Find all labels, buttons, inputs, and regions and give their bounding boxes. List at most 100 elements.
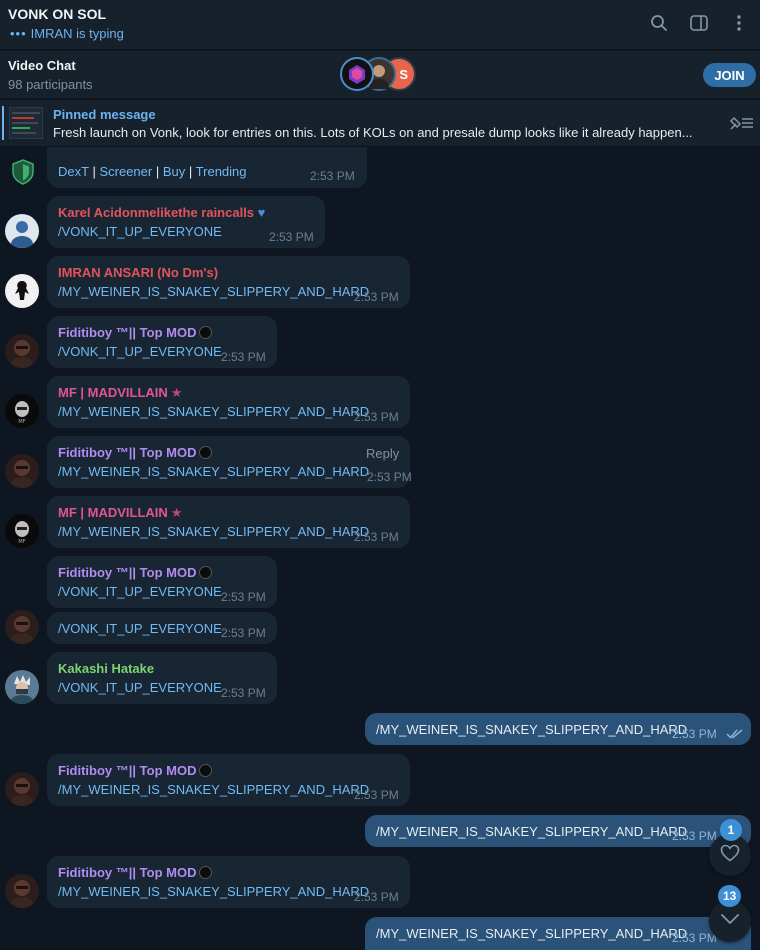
chat-title[interactable]: VONK ON SOL <box>8 6 106 22</box>
avatar[interactable] <box>5 334 39 368</box>
mod-badge-icon <box>199 326 213 339</box>
message-bubble[interactable]: Fiditiboy ™|| Top MOD /VONK_IT_UP_EVERYO… <box>47 316 277 368</box>
pinned-message-bar[interactable]: Pinned message Fresh launch on Vonk, loo… <box>0 100 760 147</box>
pinned-text: Fresh launch on Vonk, look for entries o… <box>53 125 693 140</box>
pinned-indicator <box>2 106 4 140</box>
message-bubble[interactable]: Fiditiboy ™|| Top MOD Reply /MY_WEINER_I… <box>47 436 412 488</box>
bot-links: DexT | Screener | Buy | Trending <box>58 164 247 179</box>
sender-name-text: Fiditiboy ™|| Top MOD <box>58 565 197 580</box>
more-menu-icon[interactable] <box>728 12 750 34</box>
message-bubble[interactable]: Kakashi Hatake /VONK_IT_UP_EVERYONE 2:53… <box>47 652 277 704</box>
avatar[interactable] <box>5 772 39 806</box>
sender-name[interactable]: Karel Acidonmelikethe raincalls ♥ <box>58 205 265 220</box>
message-text: /MY_WEINER_IS_SNAKEY_SLIPPERY_AND_HARD <box>376 824 688 839</box>
sender-name-text: Fiditiboy ™|| Top MOD <box>58 865 197 880</box>
avatar[interactable] <box>5 670 39 704</box>
message-time: 2:53 PM <box>221 590 266 604</box>
pinned-list-icon[interactable] <box>728 114 754 137</box>
chat-header: VONK ON SOL ••• IMRAN is typing <box>0 0 760 50</box>
typing-dots: ••• <box>10 26 27 41</box>
message-time: 2:53 PM <box>672 931 717 945</box>
message-bubble[interactable]: MF | MADVILLAIN ★ /MY_WEINER_IS_SNAKEY_SL… <box>47 496 410 548</box>
message-time: 2:53 PM <box>354 290 399 304</box>
message-time: 2:53 PM <box>354 410 399 424</box>
avatar[interactable]: MF <box>5 514 39 548</box>
mod-badge-icon <box>199 764 213 777</box>
speaker-avatar-letter: S <box>399 66 408 82</box>
chevron-down-icon <box>720 912 740 930</box>
sender-name[interactable]: Fiditiboy ™|| Top MOD <box>58 565 213 580</box>
speaker-avatars: S <box>340 57 420 93</box>
reactions-count-badge: 1 <box>720 819 742 841</box>
sender-name[interactable]: Fiditiboy ™|| Top MOD <box>58 763 213 778</box>
avatar[interactable] <box>5 274 39 308</box>
avatar[interactable] <box>5 610 39 644</box>
sender-name-text: MF | MADVILLAIN <box>58 385 168 400</box>
sender-name[interactable]: MF | MADVILLAIN ★ <box>58 385 182 401</box>
video-chat-bar: Video Chat 98 participants S JOIN <box>0 51 760 99</box>
sender-name-text: Fiditiboy ™|| Top MOD <box>58 325 197 340</box>
message-time: 2:53 PM <box>221 350 266 364</box>
message-bubble[interactable]: /VONK_IT_UP_EVERYONE 2:53 PM <box>47 612 277 644</box>
buy-link[interactable]: Buy <box>163 164 185 179</box>
sender-name-text: Karel Acidonmelikethe raincalls <box>58 205 255 220</box>
sender-name[interactable]: Fiditiboy ™|| Top MOD <box>58 865 213 880</box>
message-bubble[interactable]: Fiditiboy ™|| Top MOD /MY_WEINER_IS_SNAK… <box>47 856 410 908</box>
reply-button[interactable]: Reply <box>366 446 399 461</box>
sender-name[interactable]: MF | MADVILLAIN ★ <box>58 505 182 521</box>
message-text: /MY_WEINER_IS_SNAKEY_SLIPPERY_AND_HARD <box>58 284 370 299</box>
avatar[interactable] <box>5 214 39 248</box>
link-separator: | <box>155 164 160 179</box>
star-icon: ★ <box>170 385 183 400</box>
message-text: /VONK_IT_UP_EVERYONE <box>58 621 222 636</box>
message-bubble[interactable]: DexT | Screener | Buy | Trending 2:53 PM <box>47 147 367 188</box>
sender-name[interactable]: Fiditiboy ™|| Top MOD <box>58 445 213 460</box>
mod-badge-icon <box>199 866 213 879</box>
message-text: /VONK_IT_UP_EVERYONE <box>58 680 222 695</box>
typing-indicator: ••• IMRAN is typing <box>10 26 124 41</box>
user-emoji-icon: ♥ <box>257 205 266 220</box>
outgoing-message-bubble[interactable]: /MY_WEINER_IS_SNAKEY_SLIPPERY_AND_HARD 2… <box>365 815 751 847</box>
message-text: /MY_WEINER_IS_SNAKEY_SLIPPERY_AND_HARD <box>376 722 688 737</box>
heart-icon <box>720 844 740 867</box>
message-time: 2:53 PM <box>221 686 266 700</box>
message-bubble[interactable]: IMRAN ANSARI (No Dm's) /MY_WEINER_IS_SNA… <box>47 256 410 308</box>
speaker-avatar <box>340 57 374 91</box>
message-text: /MY_WEINER_IS_SNAKEY_SLIPPERY_AND_HARD <box>58 464 370 479</box>
message-bubble[interactable]: MF | MADVILLAIN ★ /MY_WEINER_IS_SNAKEY_SL… <box>47 376 410 428</box>
sender-name-text: Fiditiboy ™|| Top MOD <box>58 445 197 460</box>
avatar[interactable] <box>5 874 39 908</box>
message-time: 2:53 PM <box>367 470 412 484</box>
join-video-chat-button[interactable]: JOIN <box>703 63 756 87</box>
sidebar-toggle-icon[interactable] <box>688 12 710 34</box>
dext-link[interactable]: DexT <box>58 164 89 179</box>
trending-link[interactable]: Trending <box>196 164 247 179</box>
avatar[interactable] <box>5 454 39 488</box>
message-time: 2:53 PM <box>354 788 399 802</box>
screener-link[interactable]: Screener <box>99 164 152 179</box>
search-icon[interactable] <box>648 12 670 34</box>
message-bubble[interactable]: Karel Acidonmelikethe raincalls ♥ /VONK_… <box>47 196 325 248</box>
message-text: /VONK_IT_UP_EVERYONE <box>58 584 222 599</box>
message-time: 2:53 PM <box>672 829 717 843</box>
outgoing-message-bubble[interactable]: /MY_WEINER_IS_SNAKEY_SLIPPERY_AND_HARD 2… <box>365 917 751 950</box>
bot-avatar[interactable] <box>6 155 40 189</box>
mod-badge-icon <box>199 446 213 459</box>
unread-count-badge: 13 <box>718 885 742 907</box>
message-time: 2:53 PM <box>354 530 399 544</box>
message-bubble[interactable]: Fiditiboy ™|| Top MOD /VONK_IT_UP_EVERYO… <box>47 556 277 608</box>
outgoing-message-bubble[interactable]: /MY_WEINER_IS_SNAKEY_SLIPPERY_AND_HARD 2… <box>365 713 751 745</box>
sender-name[interactable]: IMRAN ANSARI (No Dm's) <box>58 265 218 280</box>
message-bubble[interactable]: Fiditiboy ™|| Top MOD /MY_WEINER_IS_SNAK… <box>47 754 410 806</box>
avatar[interactable]: MF <box>5 394 39 428</box>
star-icon: ★ <box>170 505 183 520</box>
message-time: 2:53 PM <box>672 727 717 741</box>
mod-badge-icon <box>199 566 213 579</box>
sender-name[interactable]: Fiditiboy ™|| Top MOD <box>58 325 213 340</box>
svg-text:MF: MF <box>18 539 25 545</box>
message-text: /MY_WEINER_IS_SNAKEY_SLIPPERY_AND_HARD <box>376 926 688 941</box>
sender-name[interactable]: Kakashi Hatake <box>58 661 154 676</box>
sender-name-text: MF | MADVILLAIN <box>58 505 168 520</box>
message-text: /MY_WEINER_IS_SNAKEY_SLIPPERY_AND_HARD <box>58 524 370 539</box>
message-text: /MY_WEINER_IS_SNAKEY_SLIPPERY_AND_HARD <box>58 404 370 419</box>
